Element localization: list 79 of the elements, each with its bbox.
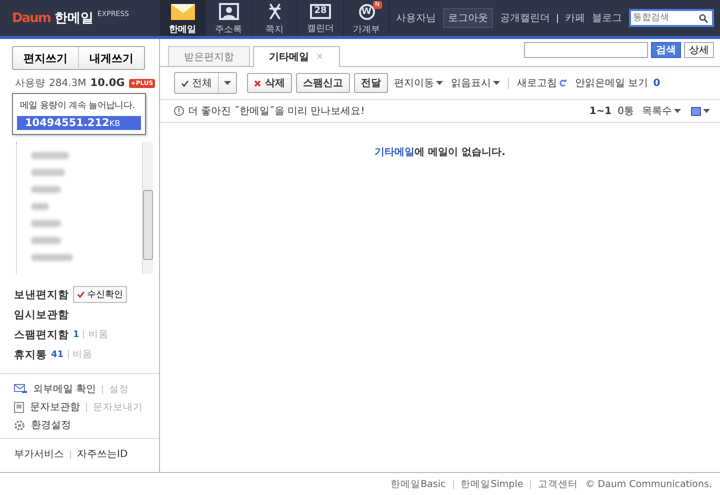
blurred-folder	[31, 254, 73, 261]
logout-button[interactable]: 로그아웃	[443, 8, 493, 28]
contact-card-icon	[218, 3, 238, 20]
folder-item[interactable]: 보낸편지함	[14, 288, 69, 302]
folder-item[interactable]: 스팸편지함	[14, 328, 69, 342]
nav-tab[interactable]: 주소록	[206, 0, 252, 36]
folder-count: 41	[51, 350, 64, 360]
tool-link[interactable]: 문자보관함	[30, 400, 80, 414]
caret-icon	[224, 81, 231, 85]
delete-button[interactable]: 삭제	[247, 73, 292, 93]
blurred-folder	[31, 203, 49, 210]
footer-link[interactable]: © Daum Communications.	[585, 478, 712, 490]
header-link[interactable]: 공개캘린더	[500, 11, 550, 25]
tool-link[interactable]: 환경설정	[31, 418, 71, 432]
blurred-folder	[31, 169, 65, 176]
info-icon: !	[174, 106, 184, 116]
folder-tab[interactable]: 기타메일 ×	[253, 46, 340, 67]
nav-tab[interactable]: 쪽지	[252, 0, 298, 36]
read-receipt-button[interactable]: 수신확인	[73, 286, 127, 303]
detail-search-button[interactable]: 상세	[684, 42, 714, 58]
caret-icon	[703, 109, 710, 113]
check-icon	[77, 291, 85, 298]
toolbar-button[interactable]: 스팸신고	[296, 73, 350, 93]
caret-icon	[436, 81, 443, 85]
search-box[interactable]: 통합검색	[629, 9, 714, 27]
quota-value: 10.0G	[90, 77, 125, 89]
mail-search-field[interactable]	[524, 42, 648, 58]
usage-value: 284.3M	[49, 78, 86, 88]
x-icon	[254, 80, 261, 86]
folder-item[interactable]: 휴지통	[14, 348, 47, 362]
select-all-button[interactable]: 전체	[174, 72, 237, 94]
blurred-folder	[31, 237, 61, 244]
caret-icon	[493, 81, 500, 85]
popup-message: 메일 용량이 계속 늘어납니다.	[20, 100, 136, 112]
page-range: 1~1	[589, 106, 612, 116]
tool-link[interactable]: 외부메일 확인	[33, 382, 96, 396]
blurred-folder	[31, 152, 69, 159]
refresh-icon	[559, 79, 567, 87]
calendar-icon: 28	[310, 4, 331, 19]
folder-tab[interactable]: 받은편지함	[168, 46, 250, 66]
footer-link[interactable]: 한메일Basic	[390, 478, 446, 490]
crossed-note-icon	[266, 3, 282, 20]
check-icon	[181, 80, 189, 86]
folder-item[interactable]: 임시보관함	[14, 308, 69, 322]
search-icon[interactable]	[699, 14, 708, 22]
scrollbar[interactable]	[142, 142, 153, 274]
blurred-folder	[31, 186, 61, 193]
folder-count: 1	[73, 330, 80, 340]
compose-button[interactable]: 내게쓰기	[78, 47, 144, 69]
service-link[interactable]: 자주쓰는ID	[77, 447, 128, 461]
search-button[interactable]: 검색	[651, 42, 681, 58]
blurred-folder	[31, 220, 61, 227]
envelope-icon	[170, 4, 194, 20]
nav-tab[interactable]: 한메일	[160, 0, 206, 36]
empty-message: 기타메일에 메일이 없습니다.	[374, 146, 506, 159]
compose-button[interactable]: 편지쓰기	[13, 47, 78, 69]
message-box-icon	[14, 402, 24, 412]
unread-link[interactable]: 안읽은메일 보기 0	[573, 76, 662, 90]
header-link[interactable]: 블로그	[592, 11, 622, 25]
toolbar-menu[interactable]: 읽음표시	[449, 76, 502, 90]
view-mode-menu[interactable]	[689, 106, 712, 116]
toolbar-button[interactable]: 전달	[354, 73, 388, 93]
caret-icon	[674, 109, 681, 113]
gear-icon	[14, 420, 25, 430]
page-size-menu[interactable]: 목록수	[640, 104, 683, 118]
nav-tab[interactable]: 28 캘린더	[298, 0, 344, 36]
app-name: 한메일	[54, 10, 94, 27]
footer-link[interactable]: 고객센터	[538, 478, 578, 490]
folder-link[interactable]: 기타메일	[374, 147, 415, 158]
usage-label: 사용량	[15, 77, 45, 90]
header-link[interactable]: 카페	[565, 11, 585, 25]
toolbar-menu[interactable]: 편지이동	[392, 76, 445, 90]
footer-link[interactable]: 한메일Simple	[460, 478, 524, 490]
refresh-button[interactable]: 새로고침	[515, 76, 569, 90]
storage-value: 10494551.212KB	[17, 116, 141, 130]
user-name: 사용자님	[396, 12, 436, 25]
service-link[interactable]: 부가서비스	[14, 447, 64, 461]
notice-text[interactable]: 더 좋아진 ˝한메일˝을 미리 만나보세요!	[188, 104, 365, 118]
total-count: 0통	[618, 105, 634, 118]
